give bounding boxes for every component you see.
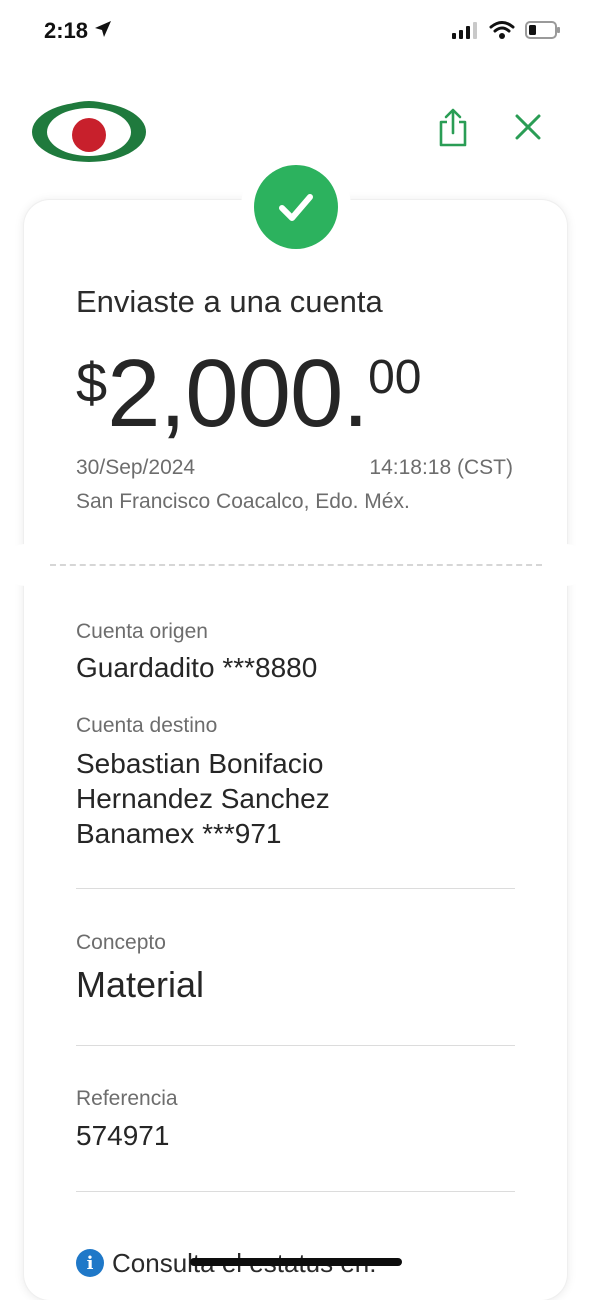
share-button[interactable] (434, 108, 472, 148)
divider (76, 1045, 515, 1046)
reference-value: 574971 (76, 1120, 170, 1151)
battery-icon (525, 20, 561, 45)
divider (76, 1191, 515, 1192)
info-icon: i (76, 1249, 104, 1277)
destination-account-value: Banamex ***971 (76, 818, 282, 849)
concept-value: Material (76, 964, 205, 1005)
destination-name-line2: Hernandez Sanchez (76, 783, 330, 814)
ticket-perforation (50, 564, 542, 566)
reference-label: Referencia (76, 1087, 178, 1110)
amount-decimals: 00 (368, 351, 422, 404)
ticket-notch-right (545, 544, 587, 586)
ticket-notch-left (4, 544, 46, 586)
wifi-icon (489, 20, 515, 45)
transfer-amount: $2,000.00 (76, 346, 421, 442)
status-time-text: 2:18 (44, 18, 89, 43)
origin-account-value: Guardadito ***8880 (76, 652, 318, 683)
cellular-signal-icon (451, 21, 479, 44)
success-check-icon (254, 165, 338, 249)
amount-integer: 2,000. (107, 340, 369, 447)
destination-name-line1: Sebastian Bonifacio (76, 748, 324, 779)
status-bar-icons (451, 20, 561, 45)
home-indicator[interactable] (190, 1258, 402, 1266)
transfer-location: San Francisco Coacalco, Edo. Méx. (76, 490, 410, 513)
transfer-time: 14:18:18 (CST) (369, 456, 513, 479)
amount-currency: $ (76, 351, 108, 414)
divider (76, 888, 515, 889)
concept-label: Concepto (76, 931, 166, 954)
transfer-date: 30/Sep/2024 (76, 456, 196, 479)
receipt-headline: Enviaste a una cuenta (76, 284, 383, 319)
close-icon (515, 114, 541, 140)
location-arrow-icon (94, 18, 112, 44)
share-icon (439, 108, 467, 147)
origin-account-label: Cuenta origen (76, 620, 208, 643)
bank-logo-icon (30, 92, 148, 162)
status-bar-time: 2:18 (44, 18, 112, 44)
close-button[interactable] (512, 111, 544, 143)
destination-account-label: Cuenta destino (76, 714, 218, 737)
